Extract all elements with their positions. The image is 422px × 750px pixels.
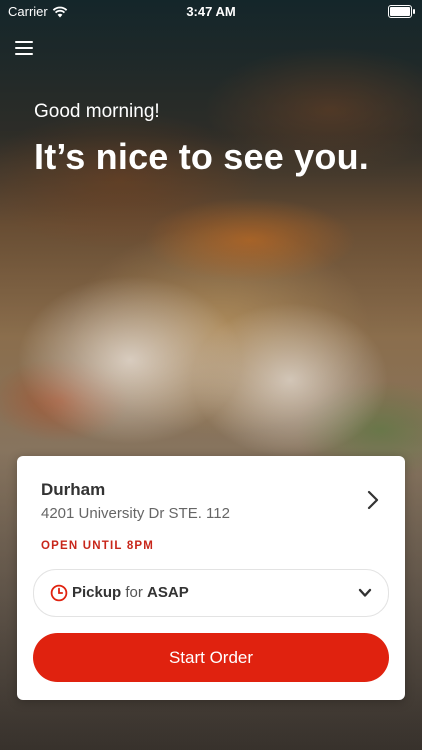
battery-icon bbox=[388, 5, 415, 18]
order-mode-label: Pickup bbox=[72, 584, 122, 601]
start-order-button[interactable]: Start Order bbox=[33, 633, 389, 682]
clock-icon bbox=[50, 584, 68, 602]
location-selector[interactable]: Durham 4201 University Dr STE. 112 bbox=[17, 456, 405, 536]
location-address: 4201 University Dr STE. 112 bbox=[41, 505, 230, 522]
order-mode-connector: for bbox=[125, 584, 143, 601]
location-card: Durham 4201 University Dr STE. 112 OPEN … bbox=[17, 456, 405, 700]
page-title: It’s nice to see you. bbox=[34, 136, 369, 177]
order-mode-dropdown[interactable]: Pickup for ASAP bbox=[33, 569, 389, 617]
greeting-text: Good morning! bbox=[34, 101, 160, 122]
chevron-right-icon bbox=[367, 490, 379, 510]
location-name: Durham bbox=[41, 480, 106, 499]
order-time-label: ASAP bbox=[147, 584, 189, 601]
menu-icon[interactable] bbox=[15, 40, 35, 56]
status-time: 3:47 AM bbox=[186, 4, 236, 19]
open-status-badge: OPEN UNTIL 8PM bbox=[41, 540, 155, 552]
status-bar: Carrier 3:47 AM bbox=[0, 0, 422, 24]
order-mode-text: Pickup for ASAP bbox=[72, 584, 189, 601]
chevron-down-icon bbox=[358, 588, 372, 597]
